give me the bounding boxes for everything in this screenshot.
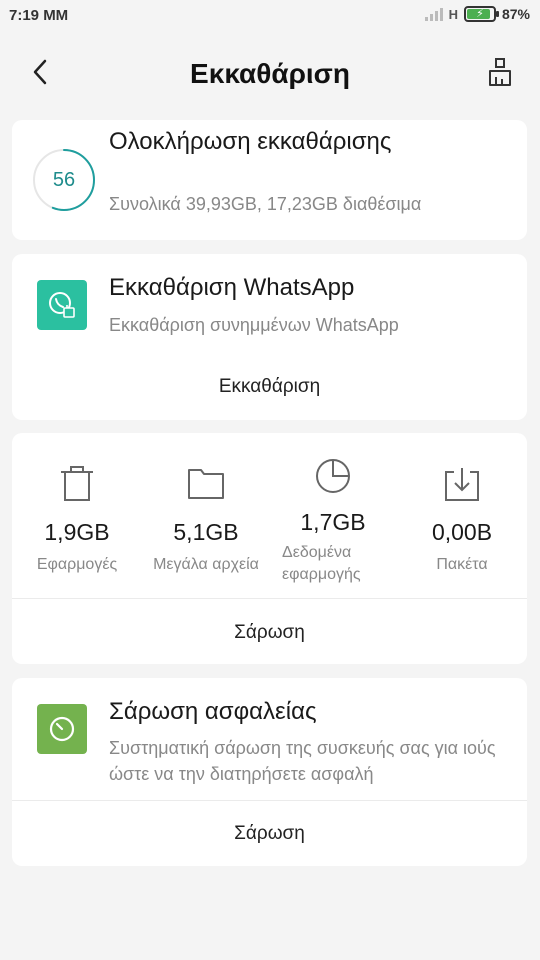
folder-icon xyxy=(188,469,224,499)
clean-settings-button[interactable] xyxy=(482,54,518,90)
stat-label: Εφαρμογές xyxy=(36,556,118,573)
divider xyxy=(12,800,527,801)
whatsapp-icon-tile xyxy=(37,280,87,330)
whatsapp-title: Εκκαθάριση WhatsApp xyxy=(109,274,355,301)
status-indicators: H ⚡ 87% xyxy=(424,6,530,22)
whatsapp-card: Εκκαθάριση WhatsApp Εκκαθάριση συνημμένω… xyxy=(12,254,527,420)
charging-icon: ⚡ xyxy=(476,7,484,20)
storage-scan-button[interactable]: Σάρωση xyxy=(12,604,527,662)
signal-icon xyxy=(424,7,443,21)
status-time: 7:19 MM xyxy=(9,7,69,24)
security-card: Σάρωση ασφαλείας Συστηματική σάρωση της … xyxy=(12,678,527,866)
stat-value: 1,7GB xyxy=(300,509,366,535)
trash-icon xyxy=(61,466,93,501)
page-title: Εκκαθάριση xyxy=(190,58,350,89)
whatsapp-subtitle: Εκκαθάριση συνημμένων WhatsApp xyxy=(109,315,399,335)
stat-label: Μεγάλα αρχεία xyxy=(153,556,259,573)
header: Εκκαθάριση xyxy=(0,40,540,108)
stat-app-data[interactable]: 1,7GB Δεδομένα εφαρμογής xyxy=(268,453,398,586)
pie-chart-icon xyxy=(316,459,350,493)
stat-value: 1,9GB xyxy=(44,519,110,545)
status-bar: 7:19 MM H ⚡ 87% xyxy=(0,0,540,32)
network-type: H xyxy=(448,6,458,22)
battery-icon: ⚡ xyxy=(463,6,499,22)
security-title: Σάρωση ασφαλείας xyxy=(109,698,317,725)
download-box-icon xyxy=(445,468,479,501)
stat-label: Δεδομένα εφαρμογής xyxy=(282,544,361,583)
storage-summary: Συνολικά 39,93GB, 17,23GB διαθέσιμα xyxy=(109,194,422,214)
security-subtitle: Συστηματική σάρωση της συσκευής σας για … xyxy=(109,738,496,784)
stat-large-files[interactable]: 5,1GB Μεγάλα αρχεία xyxy=(141,461,271,576)
stat-value: 0,00B xyxy=(431,519,493,545)
score-value: 56 xyxy=(52,168,76,191)
stat-packages[interactable]: 0,00B Πακέτα xyxy=(397,461,527,576)
stat-label: Πακέτα xyxy=(436,556,488,573)
security-icon-tile xyxy=(37,704,87,754)
security-scan-button[interactable]: Σάρωση xyxy=(12,805,527,863)
divider xyxy=(12,598,527,599)
completion-card[interactable]: 56 Ολοκλήρωση εκκαθάρισης Συνολικά 39,93… xyxy=(12,120,527,240)
storage-card: 1,9GB Εφαρμογές 5,1GB Μεγάλα αρχεία 1,7G… xyxy=(12,433,527,664)
completion-title: Ολοκλήρωση εκκαθάρισης xyxy=(109,128,392,155)
battery-percent: 87% xyxy=(501,6,530,22)
security-timer-icon xyxy=(49,716,75,742)
whatsapp-clean-icon xyxy=(49,292,75,318)
stat-apps[interactable]: 1,9GB Εφαρμογές xyxy=(12,461,142,576)
stat-value: 5,1GB xyxy=(173,519,239,545)
whatsapp-clean-button[interactable]: Εκκαθάριση xyxy=(12,358,527,416)
broom-icon xyxy=(489,58,511,86)
